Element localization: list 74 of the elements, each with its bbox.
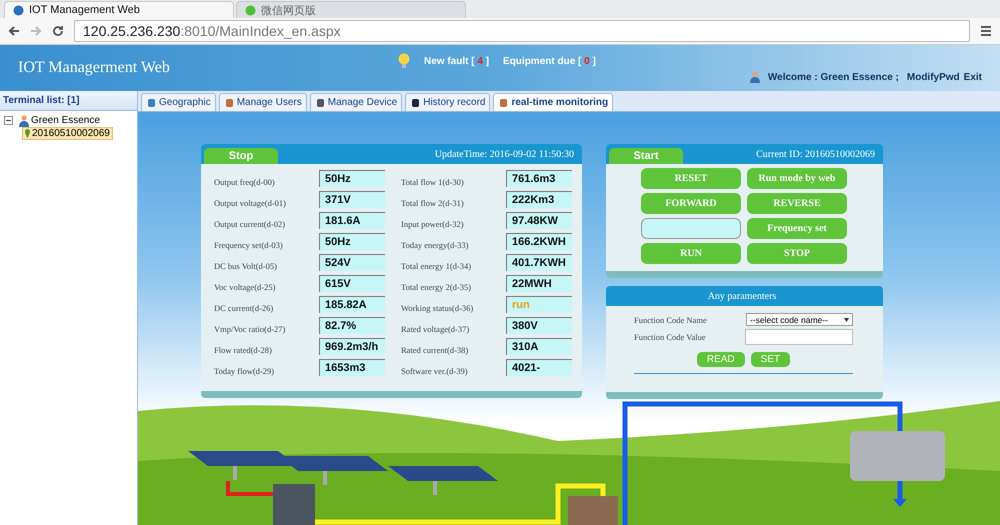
header-link[interactable]: Exit bbox=[964, 72, 982, 82]
pin-icon bbox=[25, 129, 30, 138]
frequency-input[interactable] bbox=[641, 218, 741, 239]
field-label: Output current(d-02) bbox=[214, 219, 286, 229]
state-tag: Stop bbox=[204, 148, 278, 164]
field-label: Total energy 1(d-34) bbox=[401, 261, 472, 271]
field-value: 1653m3 bbox=[319, 359, 385, 376]
status-value: run bbox=[506, 296, 572, 313]
back-arrow-icon[interactable] bbox=[8, 25, 20, 37]
tree-node[interactable]: 20160510002069 bbox=[22, 127, 113, 140]
field-label: Input power(d-32) bbox=[401, 219, 464, 229]
page-icon bbox=[245, 4, 256, 16]
dropdown-caret-icon bbox=[844, 318, 849, 322]
field-value: 181.6A bbox=[319, 212, 385, 229]
tree-node[interactable]: Green Essence bbox=[16, 114, 103, 128]
panel-title: Terminal list: [1] bbox=[0, 91, 137, 111]
tab[interactable]: real-time monitoring bbox=[493, 93, 614, 111]
field-value: 761.6m3 bbox=[506, 170, 572, 187]
field-value: 166.2KWH bbox=[506, 233, 572, 250]
browser-tab[interactable]: IOT Management Web bbox=[4, 1, 234, 18]
tab[interactable]: Geographic bbox=[141, 93, 216, 111]
field-label: Software ver.(d-39) bbox=[401, 366, 468, 376]
field-value: 310A bbox=[506, 338, 572, 355]
field-label: DC current(d-26) bbox=[214, 303, 274, 313]
field-label: DC bus Volt(d-05) bbox=[214, 261, 277, 271]
field-value: 401.7KWH bbox=[506, 254, 572, 271]
collapse-toggle-icon[interactable] bbox=[4, 116, 13, 125]
panel-title: Any paramenters bbox=[708, 290, 776, 302]
field-value: 524V bbox=[319, 254, 385, 271]
reload-icon[interactable] bbox=[52, 25, 64, 37]
field-label: Total energy 2(d-35) bbox=[401, 282, 472, 292]
welcome-text: Welcome : Green Essence ; bbox=[768, 72, 899, 82]
code-value-input[interactable] bbox=[745, 329, 853, 345]
field-value: 222Km3 bbox=[506, 191, 572, 208]
field-value: 4021- bbox=[506, 359, 572, 376]
field-value: 97.48KW bbox=[506, 212, 572, 229]
browser-tab[interactable]: 微信网页版 bbox=[236, 1, 466, 18]
field-value: 380V bbox=[506, 317, 572, 334]
bulb-icon bbox=[398, 53, 410, 69]
field-value: 50Hz bbox=[319, 233, 385, 250]
field-label: Today flow(d-29) bbox=[214, 366, 274, 376]
field-label: Voc voltage(d-25) bbox=[214, 282, 276, 292]
field-label: Output voltage(d-01) bbox=[214, 198, 286, 208]
field-value: 22MWH bbox=[506, 275, 572, 292]
address-field[interactable]: 120.25.236.230:8010/MainIndex_en.aspx bbox=[74, 20, 970, 42]
tab[interactable]: Manage Device bbox=[310, 93, 402, 111]
field-label: Function Code Name bbox=[634, 314, 707, 324]
field-value: 185.82A bbox=[319, 296, 385, 313]
field-value: 50Hz bbox=[319, 170, 385, 187]
field-value: 82.7% bbox=[319, 317, 385, 334]
header-link[interactable]: ModifyPwd bbox=[906, 72, 960, 82]
field-label: Vmp/Voc ratio(d-27) bbox=[214, 324, 286, 334]
field-label: Rated current(d-38) bbox=[401, 345, 468, 355]
app-title: IOT Managerment Web bbox=[18, 59, 171, 77]
field-label: Frequency set(d-03) bbox=[214, 240, 283, 250]
field-label: Rated voltage(d-37) bbox=[401, 324, 470, 334]
state-tag: Start bbox=[609, 148, 683, 164]
field-value: 371V bbox=[319, 191, 385, 208]
field-value: 969.2m3/h bbox=[319, 338, 385, 355]
field-label: Working status(d-36) bbox=[401, 303, 474, 313]
field-label: Flow rated(d-28) bbox=[214, 345, 272, 355]
field-value: 615V bbox=[319, 275, 385, 292]
field-label: Total flow 1(d-30) bbox=[401, 177, 464, 187]
menu-icon[interactable] bbox=[980, 25, 992, 37]
tab[interactable]: History record bbox=[405, 93, 490, 111]
field-label: Function Code Value bbox=[634, 332, 706, 342]
field-label: Total flow 2(d-31) bbox=[401, 198, 464, 208]
current-id: Current ID: 20160510002069 bbox=[756, 148, 875, 160]
update-time: UpdateTime: 2016-09-02 11:50:30 bbox=[434, 148, 574, 160]
field-label: Output freq(d-00) bbox=[214, 177, 275, 187]
tab[interactable]: Manage Users bbox=[218, 93, 307, 111]
field-label: Today energy(d-33) bbox=[401, 240, 468, 250]
page-icon bbox=[13, 4, 24, 16]
code-name-select[interactable]: --select code name-- bbox=[746, 313, 853, 326]
